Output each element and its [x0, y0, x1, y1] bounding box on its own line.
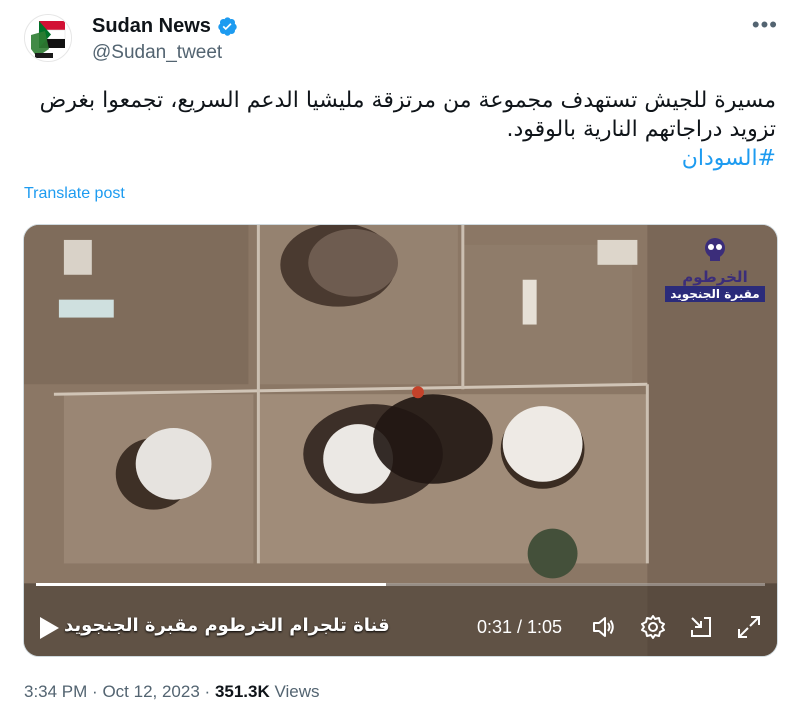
progress-bar[interactable] — [36, 583, 765, 586]
video-player[interactable]: الخرطوم مقبرة الجنجويد قناة تلجرام الخرط… — [23, 224, 778, 657]
play-icon[interactable] — [38, 616, 60, 640]
pip-dock-icon[interactable] — [688, 614, 714, 640]
tweet-text: مسيرة للجيش تستهدف مجموعة من مرتزقة مليش… — [24, 86, 776, 173]
meta-separator: · — [92, 682, 98, 701]
fullscreen-icon[interactable] — [736, 614, 762, 640]
views-count[interactable]: 351.3K — [215, 682, 270, 701]
channel-watermark: الخرطوم مقبرة الجنجويد — [665, 237, 765, 302]
handle[interactable]: @Sudan_tweet — [92, 42, 238, 64]
meta-separator: · — [204, 682, 211, 701]
views-label: Views — [274, 682, 320, 701]
watermark-subtitle: مقبرة الجنجويد — [665, 286, 765, 302]
tweet-body: مسيرة للجيش تستهدف مجموعة من مرتزقة مليش… — [39, 88, 776, 142]
skull-logo-icon — [705, 238, 725, 261]
watermark-title: الخرطوم — [682, 268, 748, 286]
video-time: 0:31 / 1:05 — [477, 617, 563, 637]
display-name[interactable]: Sudan News — [92, 15, 211, 38]
channel-caption: قناة تلجرام الخرطوم مقبرة الجنجويد — [64, 615, 390, 636]
settings-gear-icon[interactable] — [640, 614, 666, 640]
sudan-flag-logo-icon — [25, 15, 71, 61]
video-controls: قناة تلجرام الخرطوم مقبرة الجنجويد 0:31 … — [24, 594, 777, 656]
more-icon[interactable]: ••• — [752, 12, 778, 38]
tweet-meta: 3:34 PM · Oct 12, 2023 · 351.3K Views — [24, 682, 320, 702]
avatar[interactable] — [24, 14, 72, 62]
volume-icon[interactable] — [590, 614, 616, 640]
post-time[interactable]: 3:34 PM — [24, 682, 87, 701]
post-date[interactable]: Oct 12, 2023 — [102, 682, 199, 701]
hashtag-link[interactable]: #السودان — [24, 144, 776, 173]
verified-badge-icon — [218, 16, 237, 36]
progress-fill — [36, 583, 386, 586]
translate-post-link[interactable]: Translate post — [24, 185, 125, 203]
